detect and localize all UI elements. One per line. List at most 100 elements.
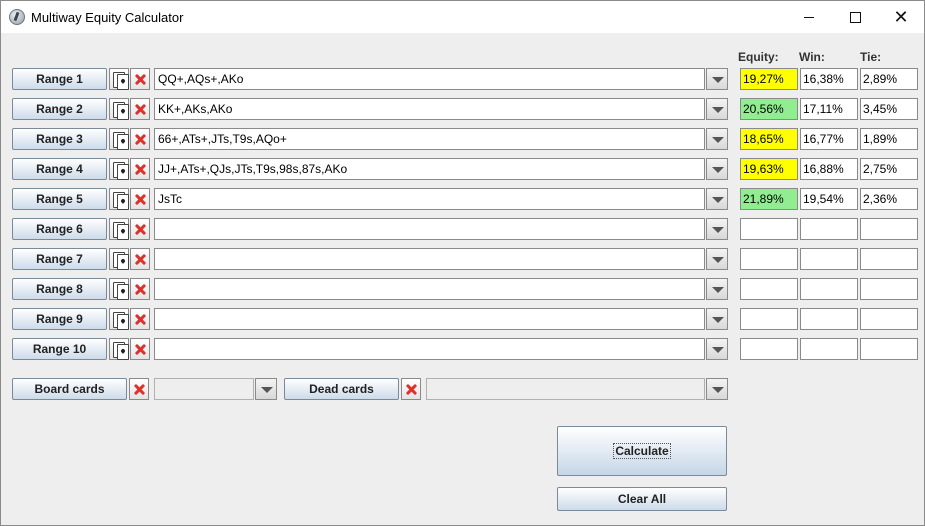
card-front-shape (117, 254, 129, 270)
maximize-button[interactable] (832, 1, 878, 33)
app-icon (9, 9, 25, 25)
delete-x-icon[interactable] (130, 308, 150, 330)
clear-all-button[interactable]: Clear All (557, 487, 727, 511)
win-value (800, 338, 858, 360)
card-front-shape (117, 104, 129, 120)
dead-cards-field[interactable] (426, 378, 705, 400)
title-bar[interactable]: Multiway Equity Calculator ✕ (1, 1, 924, 33)
range-button[interactable]: Range 9 (12, 308, 107, 330)
win-value (800, 218, 858, 240)
tie-value (860, 218, 918, 240)
win-value: 16,38% (800, 68, 858, 90)
window-title: Multiway Equity Calculator (31, 10, 184, 25)
tie-value: 3,45% (860, 98, 918, 120)
card-front-shape (117, 74, 129, 90)
equity-value: 20,56% (740, 98, 798, 120)
dropdown-arrow-icon[interactable] (706, 308, 728, 330)
range-input[interactable]: 66+,ATs+,JTs,T9s,AQo+ (154, 128, 705, 150)
tie-header: Tie: (860, 50, 882, 64)
card-front-shape (117, 314, 129, 330)
tie-value: 1,89% (860, 128, 918, 150)
cards-icon[interactable] (109, 128, 129, 150)
board-dropdown-icon[interactable] (255, 378, 277, 400)
win-value: 19,54% (800, 188, 858, 210)
dropdown-arrow-icon[interactable] (706, 128, 728, 150)
cards-icon[interactable] (109, 278, 129, 300)
range-input[interactable]: JsTc (154, 188, 705, 210)
win-value: 17,11% (800, 98, 858, 120)
app-window: Multiway Equity Calculator ✕ Equity: Win… (0, 0, 925, 526)
equity-value: 18,65% (740, 128, 798, 150)
cards-icon[interactable] (109, 248, 129, 270)
card-front-shape (117, 284, 129, 300)
cards-icon[interactable] (109, 98, 129, 120)
delete-x-icon[interactable] (130, 248, 150, 270)
delete-x-icon[interactable] (130, 188, 150, 210)
card-front-shape (117, 344, 129, 360)
cards-icon[interactable] (109, 308, 129, 330)
board-delete-icon[interactable] (129, 378, 149, 400)
calculate-label: Calculate (613, 443, 671, 459)
dropdown-arrow-icon[interactable] (706, 158, 728, 180)
dead-dropdown-icon[interactable] (706, 378, 728, 400)
range-button[interactable]: Range 10 (12, 338, 107, 360)
range-input[interactable] (154, 338, 705, 360)
win-value (800, 248, 858, 270)
dead-delete-icon[interactable] (401, 378, 421, 400)
board-cards-field[interactable] (154, 378, 254, 400)
equity-value (740, 218, 798, 240)
delete-x-icon[interactable] (130, 278, 150, 300)
cards-icon[interactable] (109, 188, 129, 210)
win-value (800, 278, 858, 300)
range-button[interactable]: Range 6 (12, 218, 107, 240)
card-front-shape (117, 224, 129, 240)
dropdown-arrow-icon[interactable] (706, 188, 728, 210)
range-input[interactable]: KK+,AKs,AKo (154, 98, 705, 120)
cards-icon[interactable] (109, 338, 129, 360)
minimize-button[interactable] (786, 1, 832, 33)
tie-value (860, 338, 918, 360)
range-button[interactable]: Range 3 (12, 128, 107, 150)
equity-value (740, 308, 798, 330)
cards-icon[interactable] (109, 68, 129, 90)
range-button[interactable]: Range 8 (12, 278, 107, 300)
equity-value: 19,27% (740, 68, 798, 90)
range-input[interactable] (154, 278, 705, 300)
dead-cards-button[interactable]: Dead cards (284, 378, 399, 400)
equity-value (740, 278, 798, 300)
dropdown-arrow-icon[interactable] (706, 248, 728, 270)
dropdown-arrow-icon[interactable] (706, 338, 728, 360)
range-button[interactable]: Range 5 (12, 188, 107, 210)
delete-x-icon[interactable] (130, 128, 150, 150)
tie-value: 2,75% (860, 158, 918, 180)
board-cards-button[interactable]: Board cards (12, 378, 127, 400)
card-front-shape (117, 164, 129, 180)
close-button[interactable]: ✕ (878, 1, 924, 33)
dropdown-arrow-icon[interactable] (706, 278, 728, 300)
calculate-button[interactable]: Calculate (557, 426, 727, 476)
win-header: Win: (799, 50, 825, 64)
range-input[interactable] (154, 248, 705, 270)
equity-header: Equity: (738, 50, 779, 64)
delete-x-icon[interactable] (130, 338, 150, 360)
delete-x-icon[interactable] (130, 218, 150, 240)
cards-icon[interactable] (109, 218, 129, 240)
dropdown-arrow-icon[interactable] (706, 98, 728, 120)
cards-icon[interactable] (109, 158, 129, 180)
range-input[interactable]: QQ+,AQs+,AKo (154, 68, 705, 90)
range-button[interactable]: Range 7 (12, 248, 107, 270)
dropdown-arrow-icon[interactable] (706, 218, 728, 240)
range-input[interactable] (154, 218, 705, 240)
range-button[interactable]: Range 4 (12, 158, 107, 180)
delete-x-icon[interactable] (130, 98, 150, 120)
delete-x-icon[interactable] (130, 68, 150, 90)
dropdown-arrow-icon[interactable] (706, 68, 728, 90)
range-button[interactable]: Range 2 (12, 98, 107, 120)
range-button[interactable]: Range 1 (12, 68, 107, 90)
card-front-shape (117, 134, 129, 150)
range-input[interactable]: JJ+,ATs+,QJs,JTs,T9s,98s,87s,AKo (154, 158, 705, 180)
equity-value: 19,63% (740, 158, 798, 180)
delete-x-icon[interactable] (130, 158, 150, 180)
range-input[interactable] (154, 308, 705, 330)
equity-value (740, 248, 798, 270)
